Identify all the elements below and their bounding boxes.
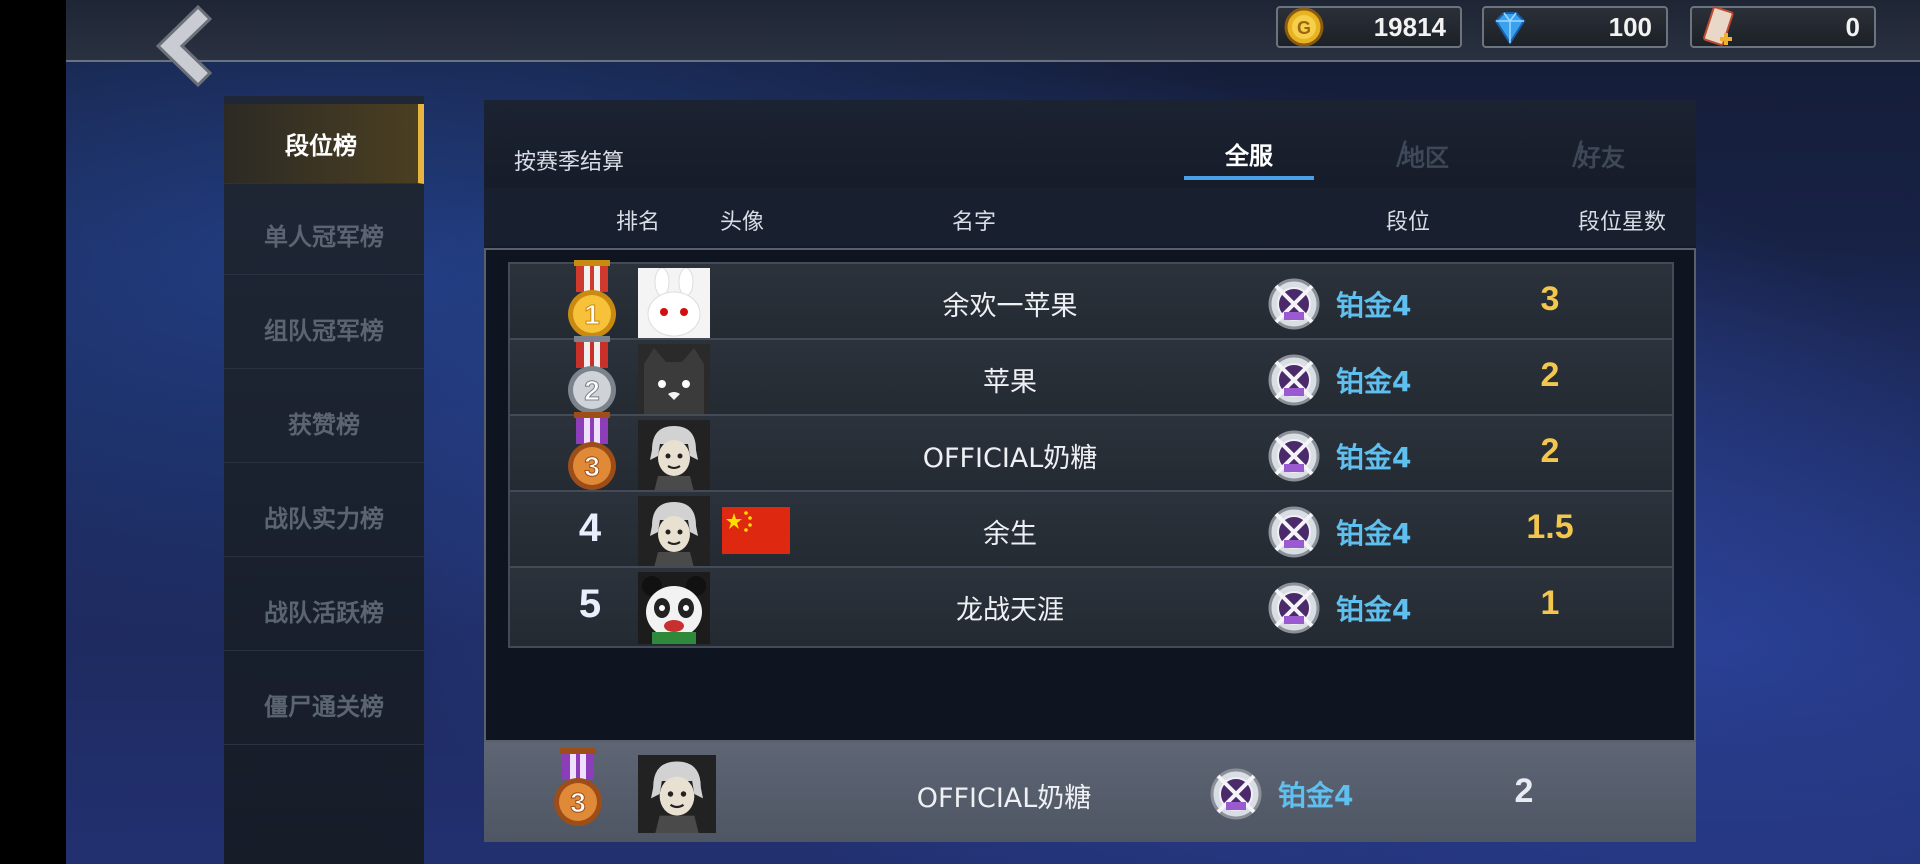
tier-badge-icon [1266,276,1322,332]
player-avatar[interactable] [638,496,710,568]
gold-currency: G 19814 [1276,6,1462,48]
leaderboard-panel: 按赛季结算 全服 / 地区 / 好友 排名 头像 名字 段位 段位星数 1 余欢… [484,100,1696,842]
player-avatar[interactable] [638,268,710,340]
gold-value: 19814 [1373,11,1446,42]
sidebar-item-team-champion[interactable]: 组队冠军榜 [224,288,424,369]
sidebar-item-tier-rank[interactable]: 段位榜 [224,104,424,184]
tier-label: 铂金4 [1336,441,1412,474]
star-count: 1.5 [1526,508,1574,546]
ticket-value: 0 [1845,11,1860,42]
back-arrow-icon [155,4,213,88]
silver-medal-icon: 2 [564,336,620,422]
table-row[interactable]: 3 OFFICIAL奶糖 铂金4 2 [508,412,1674,498]
ticket-icon [1703,6,1734,46]
star-count: 3 [1540,280,1560,318]
column-header-stars: 段位星数 [1577,210,1667,235]
season-settle-label: 按赛季结算 [514,150,625,175]
tier-badge-icon [1266,352,1322,408]
sidebar-item-likes[interactable]: 获赞榜 [224,382,424,463]
table-row[interactable]: 2 苹果 铂金4 2 [508,336,1674,422]
column-header-name: 名字 [951,210,997,235]
back-button[interactable] [116,0,236,92]
diamond-value: 100 [1608,11,1652,42]
china-flag-icon [722,507,790,554]
player-name: OFFICIAL奶糖 [922,443,1098,474]
tier-label: 铂金4 [1336,517,1412,550]
svg-text:3: 3 [584,451,600,482]
tab-label: 全服 [1225,141,1273,170]
column-headers: 排名 头像 名字 段位 段位星数 [484,188,1696,246]
diamond-currency: 100 [1482,6,1668,48]
sidebar-item-label: 战队实力榜 [264,504,384,533]
tab-label: 地区 [1401,143,1449,172]
table-row[interactable]: 1 余欢一苹果 铂金4 3 [508,260,1674,346]
tier-badge-icon [1208,766,1264,822]
sidebar-item-label: 组队冠军榜 [264,316,384,345]
my-tier-label: 铂金4 [1278,779,1354,812]
player-avatar[interactable] [638,344,710,416]
ranking-list[interactable]: 1 余欢一苹果 铂金4 3 2 苹果 铂金4 2 3 OFFICIAL奶糖 铂金4 2… [484,248,1696,742]
player-name: 余生 [983,519,1037,550]
star-count: 2 [1540,356,1560,394]
tier-badge-icon [1266,504,1322,560]
rank-number: 5 [578,582,602,626]
tab-region[interactable]: 地区 [1360,130,1490,180]
bronze-medal-icon: 3 [564,412,620,498]
ticket-currency: 0 [1690,6,1876,48]
star-count: 1 [1540,584,1560,622]
rank-number: 4 [578,506,602,550]
my-player-name: OFFICIAL奶糖 [916,783,1092,814]
my-star-count: 2 [1514,772,1534,810]
sidebar-item-label: 僵尸通关榜 [264,692,384,721]
tier-label: 铂金4 [1336,289,1412,322]
sidebar-item-clan-activity[interactable]: 战队活跃榜 [224,570,424,651]
gold-coin-icon: G [1284,7,1324,47]
svg-text:1: 1 [584,299,600,330]
gold-medal-icon: 1 [564,260,620,346]
player-avatar[interactable] [638,420,710,492]
sidebar-item-label: 获赞榜 [288,410,360,439]
sidebar-item-label: 单人冠军榜 [264,222,384,251]
column-header-avatar: 头像 [719,210,765,235]
player-name: 龙战天涯 [956,595,1064,626]
tier-label: 铂金4 [1336,365,1412,398]
tier-label: 铂金4 [1336,593,1412,626]
diamond-icon [1494,12,1526,45]
svg-text:3: 3 [570,787,586,818]
tier-badge-icon [1266,580,1322,636]
sidebar-item-zombie-clear[interactable]: 僵尸通关榜 [224,664,424,745]
leaderboard-screen: G 19814 100 0 段位榜 单人冠军榜 组队冠军榜 获赞榜 战队实力榜 … [66,0,1920,864]
my-rank-row: 3 OFFICIAL奶糖 铂金4 2 [484,742,1696,842]
column-header-rank: 排名 [615,210,661,235]
tab-label: 好友 [1577,143,1625,172]
table-row[interactable]: 5 龙战天涯 铂金4 1 [508,566,1674,648]
panel-header: 按赛季结算 全服 / 地区 / 好友 [484,100,1696,188]
table-row[interactable]: 4 余生 铂金4 1.5 [508,490,1674,572]
tier-badge-icon [1266,428,1322,484]
top-bar: G 19814 100 0 [66,0,1920,88]
svg-text:G: G [1297,18,1311,38]
leaderboard-sidebar: 段位榜 单人冠军榜 组队冠军榜 获赞榜 战队实力榜 战队活跃榜 僵尸通关榜 [224,96,424,864]
player-name: 苹果 [983,367,1037,398]
tab-friends[interactable]: 好友 [1536,130,1666,180]
sidebar-item-label: 段位榜 [285,132,357,160]
bronze-medal-icon: 3 [550,748,606,834]
sidebar-item-clan-strength[interactable]: 战队实力榜 [224,476,424,557]
column-header-tier: 段位 [1385,210,1431,235]
sidebar-item-solo-champion[interactable]: 单人冠军榜 [224,194,424,275]
player-avatar[interactable] [638,572,710,644]
my-avatar[interactable] [638,755,716,833]
sidebar-item-label: 战队活跃榜 [264,598,384,627]
svg-text:2: 2 [584,375,600,406]
star-count: 2 [1540,432,1560,470]
player-name: 余欢一苹果 [942,291,1078,322]
tab-all-server[interactable]: 全服 [1184,130,1314,180]
